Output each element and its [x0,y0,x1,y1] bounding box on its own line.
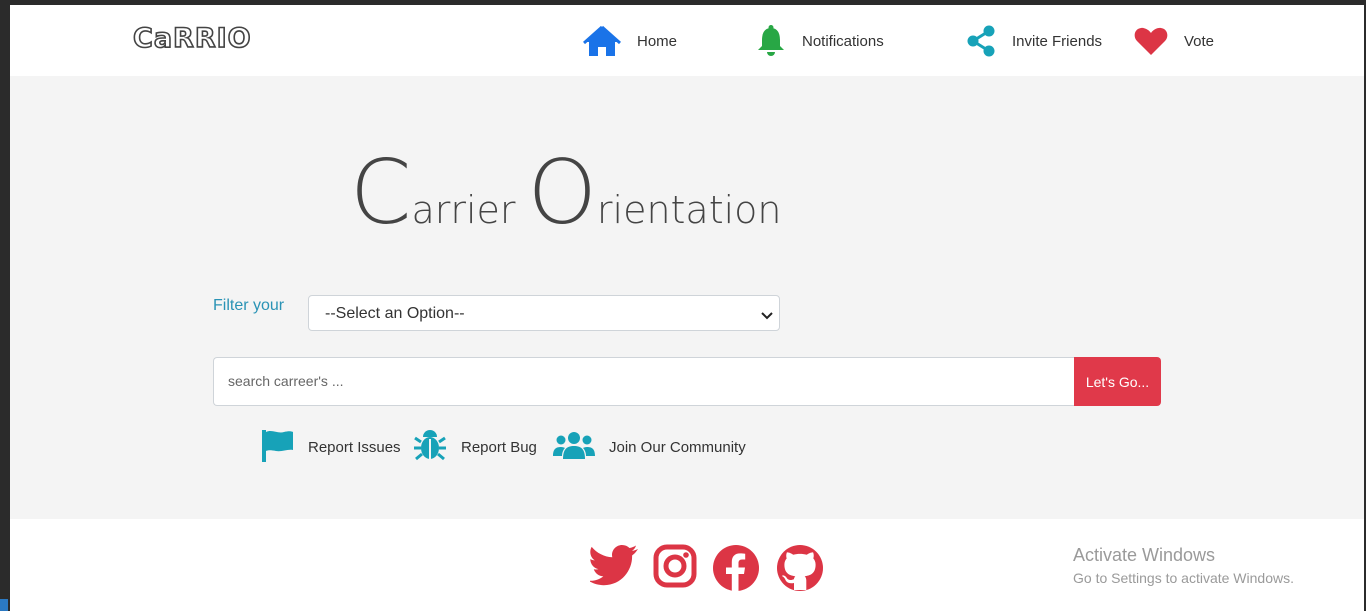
github-icon[interactable] [776,544,824,597]
title-initial-o: O [527,141,597,244]
nav-home-label: Home [637,32,678,50]
taskbar-edge [0,599,8,611]
report-issues-label: Report Issues [308,438,401,456]
page-title: Carrier Orientation [350,141,782,244]
title-word-1: arrier [411,188,528,232]
title-initial-c: C [350,141,412,244]
nav-notifications-label: Notifications [802,32,884,50]
share-icon [966,25,996,57]
filter-select-value: --Select an Option-- [325,305,465,322]
report-bug-link[interactable]: Report Bug [413,429,537,465]
filter-label: Filter your [213,297,285,314]
footer: Activate Windows Go to Settings to activ… [10,519,1364,611]
search-input[interactable] [226,372,1050,390]
activate-windows-watermark: Activate Windows Go to Settings to activ… [1073,545,1294,586]
instagram-icon[interactable] [653,544,697,593]
hero-section: Carrier Orientation Filter your --Select… [10,76,1364,519]
watermark-title: Activate Windows [1073,545,1216,565]
users-icon [553,429,595,466]
bell-icon [756,25,786,57]
filter-select[interactable]: --Select an Option-- [308,295,780,331]
nav-invite-friends[interactable]: Invite Friends [966,25,1102,57]
bug-icon [413,428,447,467]
nav-invite-label: Invite Friends [1012,32,1103,50]
join-community-label: Join Our Community [609,438,746,456]
navbar: CaRRIO Home Notifications Invite Friends… [10,5,1364,76]
report-bug-label: Report Bug [461,438,537,456]
nav-home[interactable]: Home [583,25,677,57]
home-icon [583,25,621,57]
join-community-link[interactable]: Join Our Community [553,429,746,465]
title-word-2: rientation [596,188,782,232]
nav-notifications[interactable]: Notifications [756,25,884,57]
window-frame-left [0,0,10,611]
twitter-icon[interactable] [588,544,640,593]
nav-vote-label: Vote [1184,32,1215,50]
search-box [213,357,1075,406]
nav-vote[interactable]: Vote [1134,25,1214,57]
watermark-subtitle: Go to Settings to activate Windows. [1073,570,1294,586]
facebook-icon[interactable] [712,544,760,597]
brand-logo[interactable]: CaRRIO [132,22,252,55]
report-issues-link[interactable]: Report Issues [260,429,401,465]
chevron-down-icon [761,308,773,326]
heart-icon [1134,25,1168,57]
flag-icon [260,428,294,467]
lets-go-button[interactable]: Let's Go... [1074,357,1161,406]
